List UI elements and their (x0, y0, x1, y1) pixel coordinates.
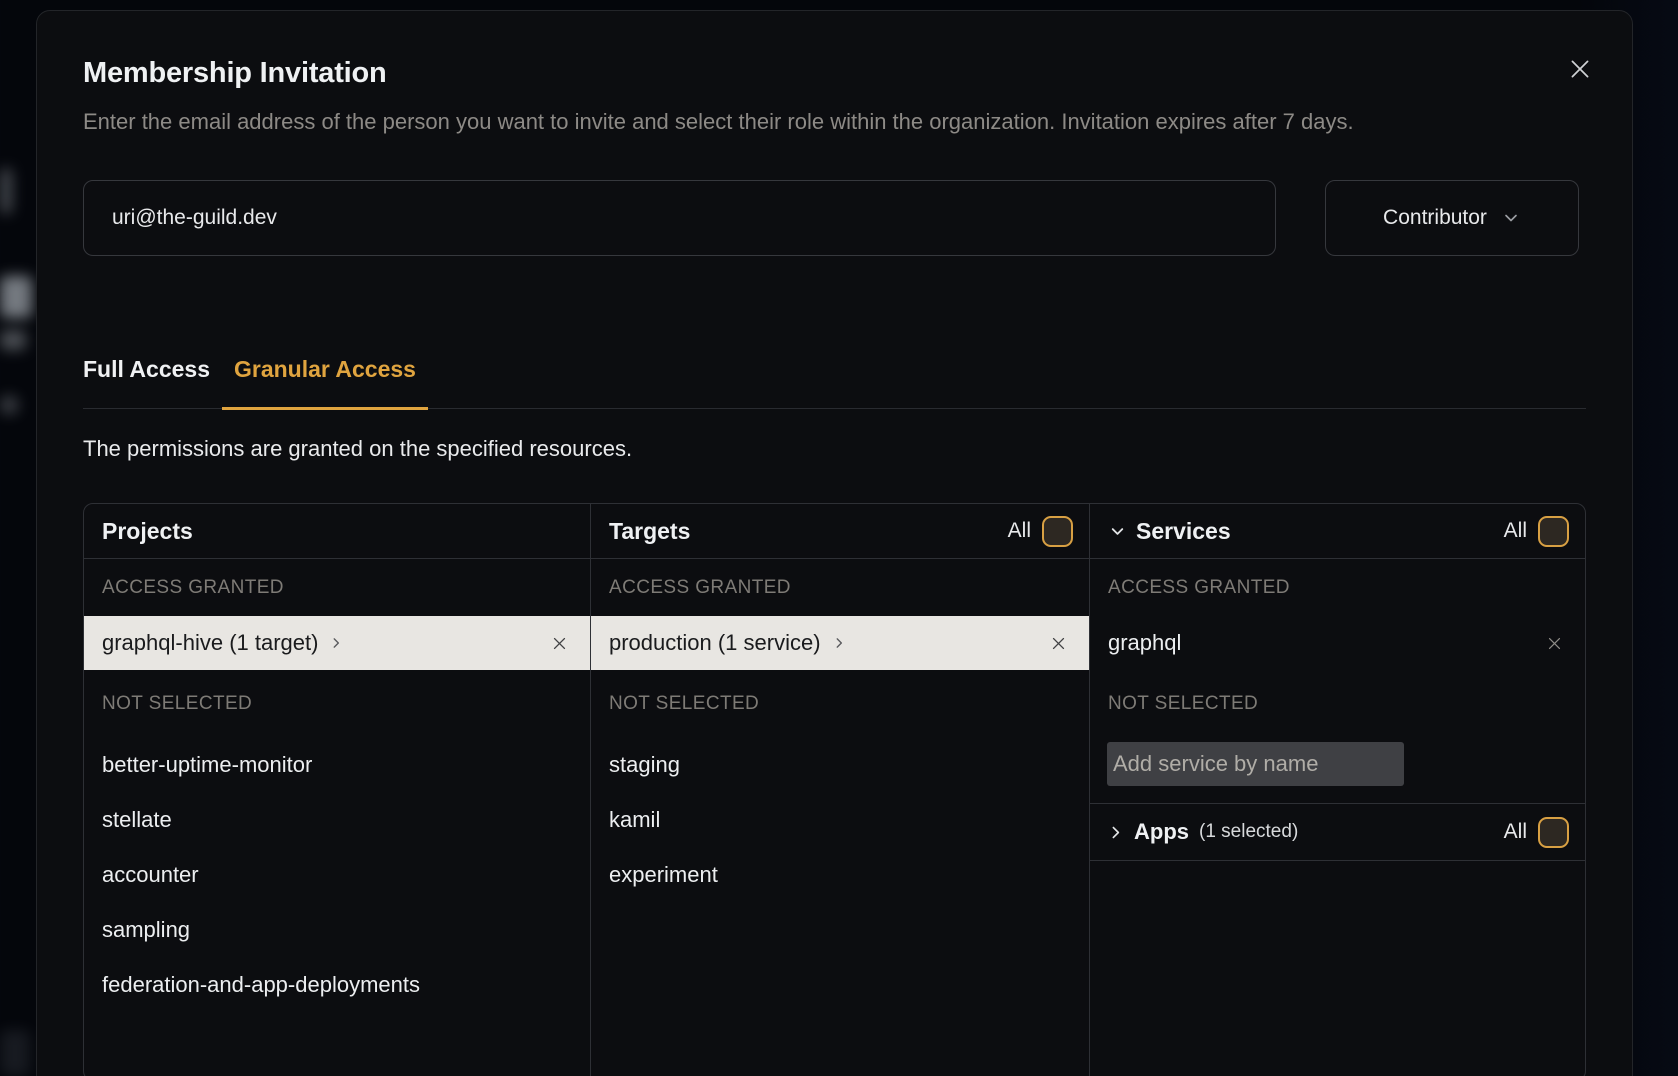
project-option[interactable]: sampling (84, 902, 590, 957)
chevron-right-icon (1107, 824, 1124, 841)
background-artifact (0, 168, 12, 214)
chevron-down-icon (1501, 208, 1521, 228)
service-granted-name: graphql (1108, 630, 1181, 656)
chevron-right-icon (329, 636, 343, 650)
membership-invitation-dialog: Membership Invitation Enter the email ad… (36, 10, 1633, 1076)
tab-granular-access[interactable]: Granular Access (222, 356, 428, 410)
targets-title: Targets (609, 518, 690, 545)
project-option[interactable]: stellate (84, 792, 590, 847)
remove-project-icon[interactable] (551, 635, 568, 652)
chevron-down-icon[interactable] (1108, 522, 1127, 541)
target-option[interactable]: staging (591, 737, 1089, 792)
background-artifact (0, 1030, 30, 1076)
targets-not-selected-label: NOT SELECTED (591, 670, 1089, 737)
projects-access-granted-label: ACCESS GRANTED (84, 559, 590, 616)
targets-all-checkbox[interactable] (1042, 516, 1073, 547)
targets-column: Targets All ACCESS GRANTED production (1… (590, 504, 1089, 1076)
services-access-granted-label: ACCESS GRANTED (1090, 559, 1585, 616)
chevron-right-icon (832, 636, 846, 650)
remove-service-icon[interactable] (1546, 635, 1563, 652)
role-select[interactable]: Contributor (1325, 180, 1579, 256)
apps-title: Apps (1134, 819, 1189, 845)
apps-all-checkbox[interactable] (1538, 817, 1569, 848)
services-all-label: All (1504, 519, 1527, 543)
target-selected-row[interactable]: production (1 service) (591, 616, 1089, 670)
projects-column: Projects ACCESS GRANTED graphql-hive (1 … (84, 504, 590, 1076)
projects-header: Projects (84, 504, 590, 559)
apps-selected-count: (1 selected) (1199, 821, 1298, 843)
project-option[interactable]: accounter (84, 847, 590, 902)
background-artifact (0, 330, 26, 350)
service-granted-row: graphql (1090, 616, 1585, 670)
permissions-note: The permissions are granted on the speci… (83, 436, 1586, 462)
services-all-checkbox[interactable] (1538, 516, 1569, 547)
apps-all-label: All (1504, 820, 1527, 844)
background-artifact (0, 276, 32, 318)
services-header: Services All (1090, 504, 1585, 559)
target-selected-name: production (1 service) (609, 630, 821, 656)
project-option[interactable]: better-uptime-monitor (84, 737, 590, 792)
target-option[interactable]: kamil (591, 792, 1089, 847)
services-all-toggle[interactable]: All (1504, 516, 1569, 547)
targets-header: Targets All (591, 504, 1089, 559)
resources-grid: Projects ACCESS GRANTED graphql-hive (1 … (83, 503, 1586, 1076)
services-not-selected-label: NOT SELECTED (1090, 670, 1585, 737)
services-title: Services (1136, 518, 1231, 545)
services-column: Services All ACCESS GRANTED graphql NOT … (1089, 504, 1585, 1076)
projects-not-selected-label: NOT SELECTED (84, 670, 590, 737)
remove-target-icon[interactable] (1050, 635, 1067, 652)
dialog-title: Membership Invitation (83, 57, 1586, 90)
targets-all-toggle[interactable]: All (1008, 516, 1073, 547)
email-input[interactable] (83, 180, 1276, 256)
tab-full-access[interactable]: Full Access (71, 356, 222, 410)
targets-access-granted-label: ACCESS GRANTED (591, 559, 1089, 616)
target-option[interactable]: experiment (591, 847, 1089, 902)
project-selected-row[interactable]: graphql-hive (1 target) (84, 616, 590, 670)
dialog-description: Enter the email address of the person yo… (83, 103, 1543, 140)
close-icon[interactable] (1566, 55, 1594, 83)
access-tabs: Full Access Granular Access (83, 356, 1586, 409)
invite-form-row: Contributor (83, 180, 1586, 256)
project-option[interactable]: federation-and-app-deployments (84, 957, 590, 1012)
background-artifact (0, 396, 18, 414)
apps-row[interactable]: Apps (1 selected) All (1090, 803, 1585, 861)
role-select-value: Contributor (1383, 206, 1487, 230)
project-selected-name: graphql-hive (1 target) (102, 630, 318, 656)
projects-title: Projects (102, 518, 193, 545)
targets-all-label: All (1008, 519, 1031, 543)
apps-all-toggle[interactable]: All (1504, 817, 1569, 848)
add-service-row (1090, 737, 1585, 803)
add-service-input[interactable] (1107, 742, 1404, 786)
